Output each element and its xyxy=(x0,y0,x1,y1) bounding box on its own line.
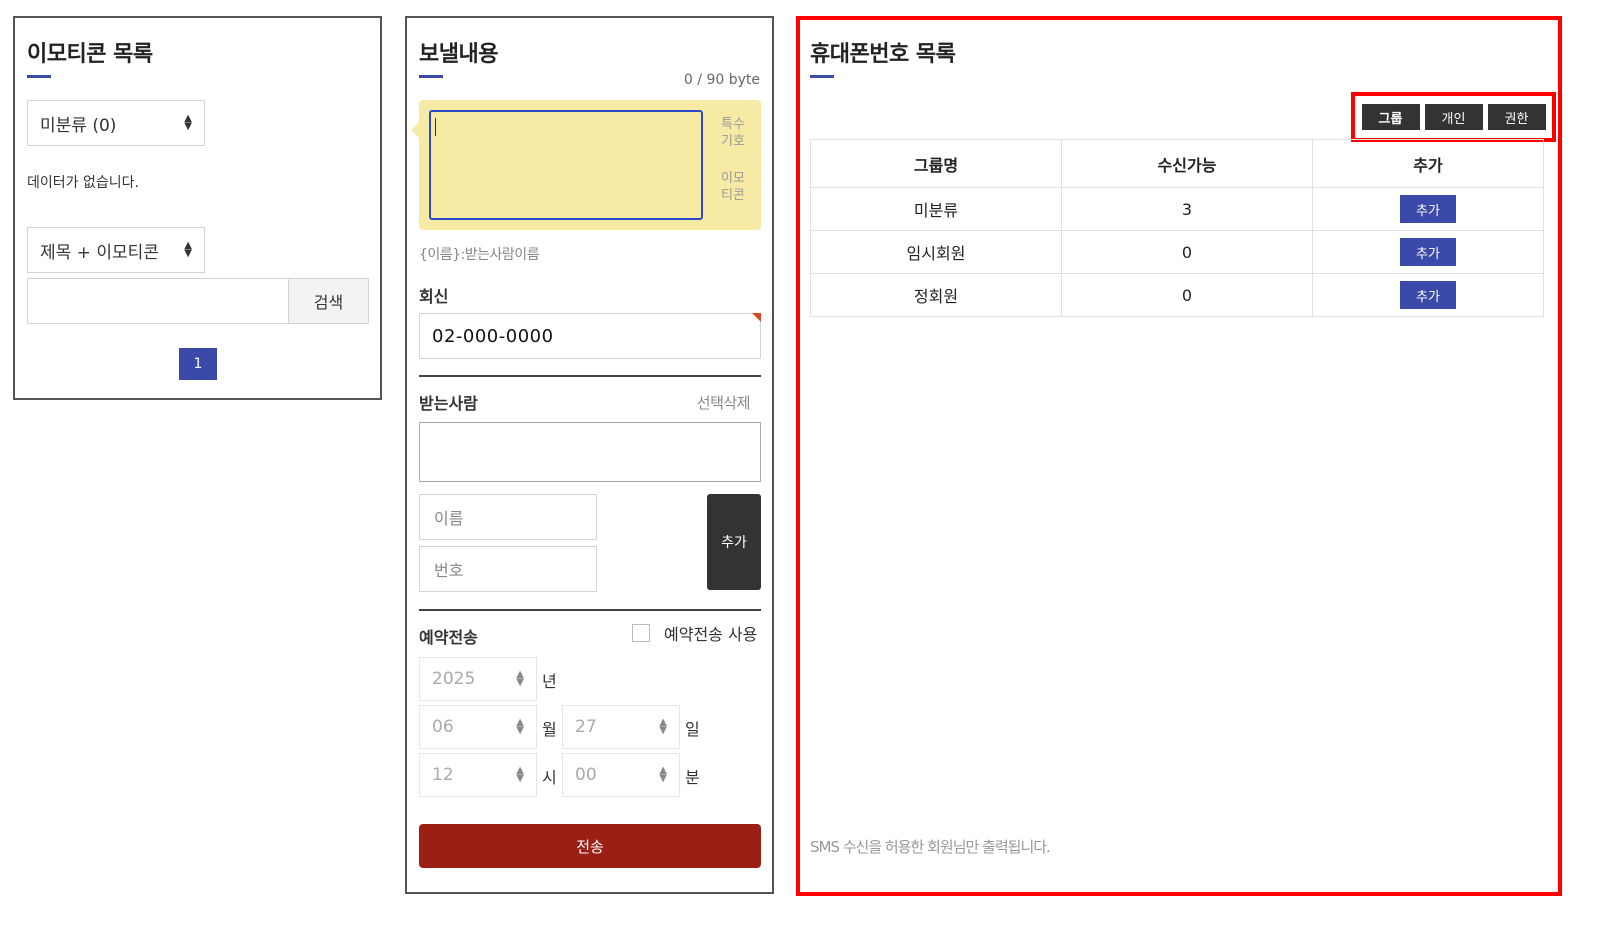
search-type-value: 제목 + 이모티콘 xyxy=(40,242,159,263)
section-divider xyxy=(419,609,761,611)
count-cell: 3 xyxy=(1061,187,1313,231)
required-corner-icon xyxy=(752,313,761,322)
section-divider xyxy=(419,375,761,377)
title-underline xyxy=(810,75,834,78)
emoticon-category-select[interactable]: 미분류 (0) ▲ ▼ xyxy=(27,100,205,146)
minute-select[interactable]: 00 ▲ ▼ xyxy=(562,753,680,797)
month-unit: 월 xyxy=(542,720,557,739)
message-area: 특수 기호 이모 티콘 xyxy=(411,100,761,230)
count-cell: 0 xyxy=(1061,273,1313,317)
day-select[interactable]: 27 ▲ ▼ xyxy=(562,705,680,749)
hour-value: 12 xyxy=(432,765,454,785)
updown-arrows-icon: ▲ ▼ xyxy=(516,669,524,688)
search-type-select[interactable]: 제목 + 이모티콘 ▲ ▼ xyxy=(27,227,205,273)
group-name-cell: 임시회원 xyxy=(810,230,1062,274)
action-cell: 추가 xyxy=(1312,230,1544,274)
list-type-tabs: 그룹 개인 권한 xyxy=(1351,92,1556,142)
updown-arrows-icon: ▲ ▼ xyxy=(516,717,524,736)
reserve-checkbox[interactable] xyxy=(632,624,650,642)
text-cursor xyxy=(435,118,436,136)
phone-list-panel: 휴대폰번호 목록 그룹 개인 권한 그룹명 수신가능 추가 미분류 3 추가 임… xyxy=(796,16,1562,896)
table-row: 정회원 0 추가 xyxy=(810,273,1544,317)
emoticon-panel-title: 이모티콘 목록 xyxy=(27,42,153,67)
recipient-name-input[interactable]: 이름 xyxy=(419,494,597,540)
column-header-add: 추가 xyxy=(1312,139,1544,188)
action-cell: 추가 xyxy=(1312,187,1544,231)
tab-permission[interactable]: 권한 xyxy=(1487,104,1546,130)
emoticon-button[interactable]: 이모 티콘 xyxy=(719,170,747,204)
special-char-label-1: 특수 xyxy=(721,117,745,132)
emoticon-panel: 이모티콘 목록 미분류 (0) ▲ ▼ 데이터가 없습니다. 제목 + 이모티콘 … xyxy=(13,16,382,400)
group-name-cell: 미분류 xyxy=(810,187,1062,231)
emoticon-search-input[interactable] xyxy=(27,278,289,324)
title-underline xyxy=(27,75,51,78)
table-header-row: 그룹명 수신가능 추가 xyxy=(810,139,1544,188)
add-group-button[interactable]: 추가 xyxy=(1400,195,1456,223)
phone-panel-title: 휴대폰번호 목록 xyxy=(810,42,956,67)
message-textarea[interactable] xyxy=(429,110,703,220)
reply-label: 회신 xyxy=(419,287,449,306)
year-select[interactable]: 2025 ▲ ▼ xyxy=(419,657,537,701)
year-value: 2025 xyxy=(432,669,476,689)
month-select[interactable]: 06 ▲ ▼ xyxy=(419,705,537,749)
recipient-number-input[interactable]: 번호 xyxy=(419,546,597,592)
updown-arrows-icon: ▲ ▼ xyxy=(184,240,192,259)
emoticon-category-value: 미분류 (0) xyxy=(40,115,117,136)
tab-personal[interactable]: 개인 xyxy=(1424,104,1483,130)
count-cell: 0 xyxy=(1061,230,1313,274)
day-value: 27 xyxy=(575,717,597,737)
updown-arrows-icon: ▲ ▼ xyxy=(516,765,524,784)
emoticon-label-2: 티콘 xyxy=(721,188,745,203)
month-value: 06 xyxy=(432,717,454,737)
search-button[interactable]: 검색 xyxy=(288,278,369,324)
recipient-list[interactable] xyxy=(419,422,761,482)
message-panel: 보낼내용 0 / 90 byte 특수 기호 이모 티콘 {이름}:받는사람이름… xyxy=(405,16,774,894)
tab-group[interactable]: 그룹 xyxy=(1361,104,1420,130)
no-data-message: 데이터가 없습니다. xyxy=(27,175,139,191)
year-unit: 년 xyxy=(542,672,557,691)
delete-selected-button[interactable]: 선택삭제 xyxy=(697,392,751,413)
name-hint: {이름}:받는사람이름 xyxy=(419,247,540,263)
add-group-button[interactable]: 추가 xyxy=(1400,238,1456,266)
recipient-label: 받는사람 xyxy=(419,394,478,413)
reply-number-value: 02-000-0000 xyxy=(432,325,554,347)
updown-arrows-icon: ▲ ▼ xyxy=(659,765,667,784)
reply-number-input[interactable]: 02-000-0000 xyxy=(419,313,761,359)
minute-unit: 분 xyxy=(685,768,700,787)
title-underline xyxy=(419,75,443,78)
column-header-count: 수신가능 xyxy=(1061,139,1313,188)
hour-select[interactable]: 12 ▲ ▼ xyxy=(419,753,537,797)
page-1-button[interactable]: 1 xyxy=(179,348,217,380)
byte-counter: 0 / 90 byte xyxy=(683,72,760,88)
group-table: 그룹명 수신가능 추가 미분류 3 추가 임시회원 0 추가 정회원 0 추가 xyxy=(810,139,1544,317)
hour-unit: 시 xyxy=(542,768,557,787)
minute-value: 00 xyxy=(575,765,597,785)
column-header-group: 그룹명 xyxy=(810,139,1062,188)
special-char-label-2: 기호 xyxy=(721,134,745,149)
table-row: 미분류 3 추가 xyxy=(810,187,1544,231)
send-button[interactable]: 전송 xyxy=(419,824,761,868)
group-name-cell: 정회원 xyxy=(810,273,1062,317)
updown-arrows-icon: ▲ ▼ xyxy=(184,113,192,132)
table-row: 임시회원 0 추가 xyxy=(810,230,1544,274)
emoticon-label-1: 이모 xyxy=(721,171,745,186)
special-char-button[interactable]: 특수 기호 xyxy=(719,116,747,150)
action-cell: 추가 xyxy=(1312,273,1544,317)
sms-consent-note: SMS 수신을 허용한 회원님만 출력됩니다. xyxy=(810,838,1051,856)
add-group-button[interactable]: 추가 xyxy=(1400,281,1456,309)
day-unit: 일 xyxy=(685,720,700,739)
message-panel-title: 보낼내용 xyxy=(419,42,498,67)
reserve-label: 예약전송 xyxy=(419,628,478,647)
reserve-checkbox-label[interactable]: 예약전송 사용 xyxy=(664,621,757,645)
updown-arrows-icon: ▲ ▼ xyxy=(659,717,667,736)
add-recipient-button[interactable]: 추가 xyxy=(707,494,761,590)
